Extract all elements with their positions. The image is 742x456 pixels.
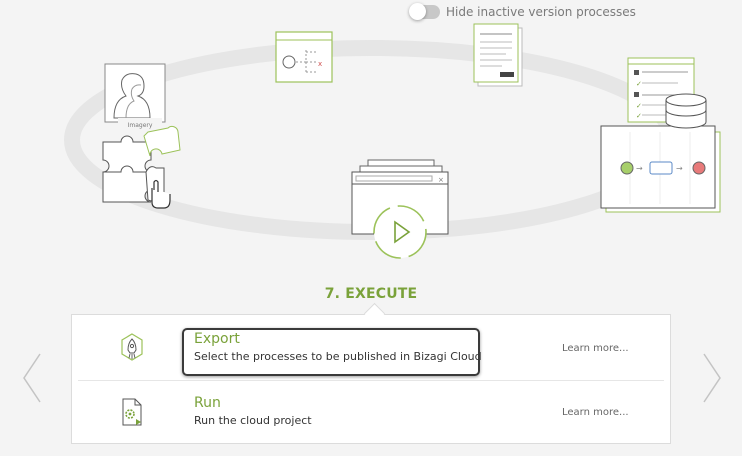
execute-panel: Export Select the processes to be publis…: [71, 314, 671, 444]
run-title: Run: [194, 395, 221, 411]
svg-text:×: ×: [438, 176, 444, 184]
cycle-svg: x ✓ ✓ ✓ Imagery × → →: [64, 23, 721, 259]
imagery-caption: Imagery: [128, 122, 153, 129]
run-learn-more-link[interactable]: Learn more...: [562, 407, 629, 418]
run-description: Run the cloud project: [194, 414, 312, 427]
svg-text:→: →: [636, 164, 643, 173]
svg-text:x: x: [318, 60, 322, 68]
svg-text:✓: ✓: [636, 102, 642, 110]
process-cycle-illustration: x ✓ ✓ ✓ Imagery × → →: [0, 0, 742, 290]
svg-text:→: →: [676, 164, 683, 173]
step-title: 7. EXECUTE: [324, 286, 418, 302]
row-divider: [78, 380, 664, 381]
execute-window-icon: ×: [351, 159, 449, 259]
export-row[interactable]: Export Select the processes to be publis…: [72, 319, 670, 381]
previous-arrow-icon[interactable]: [20, 352, 44, 404]
forms-document-icon: [473, 23, 523, 87]
export-highlight: [182, 328, 480, 376]
model-process-icon: x: [275, 31, 333, 83]
imagery-icon: Imagery: [104, 63, 166, 130]
export-learn-more-link[interactable]: Learn more...: [562, 343, 629, 354]
run-row[interactable]: Run Run the cloud project Learn more...: [72, 383, 670, 445]
next-arrow-icon[interactable]: [700, 352, 724, 404]
svg-text:✓: ✓: [636, 80, 642, 88]
svg-text:✓: ✓: [636, 112, 642, 120]
rocket-icon: [121, 333, 143, 361]
puzzle-icon: [102, 125, 181, 209]
gear-document-icon: [122, 398, 142, 426]
